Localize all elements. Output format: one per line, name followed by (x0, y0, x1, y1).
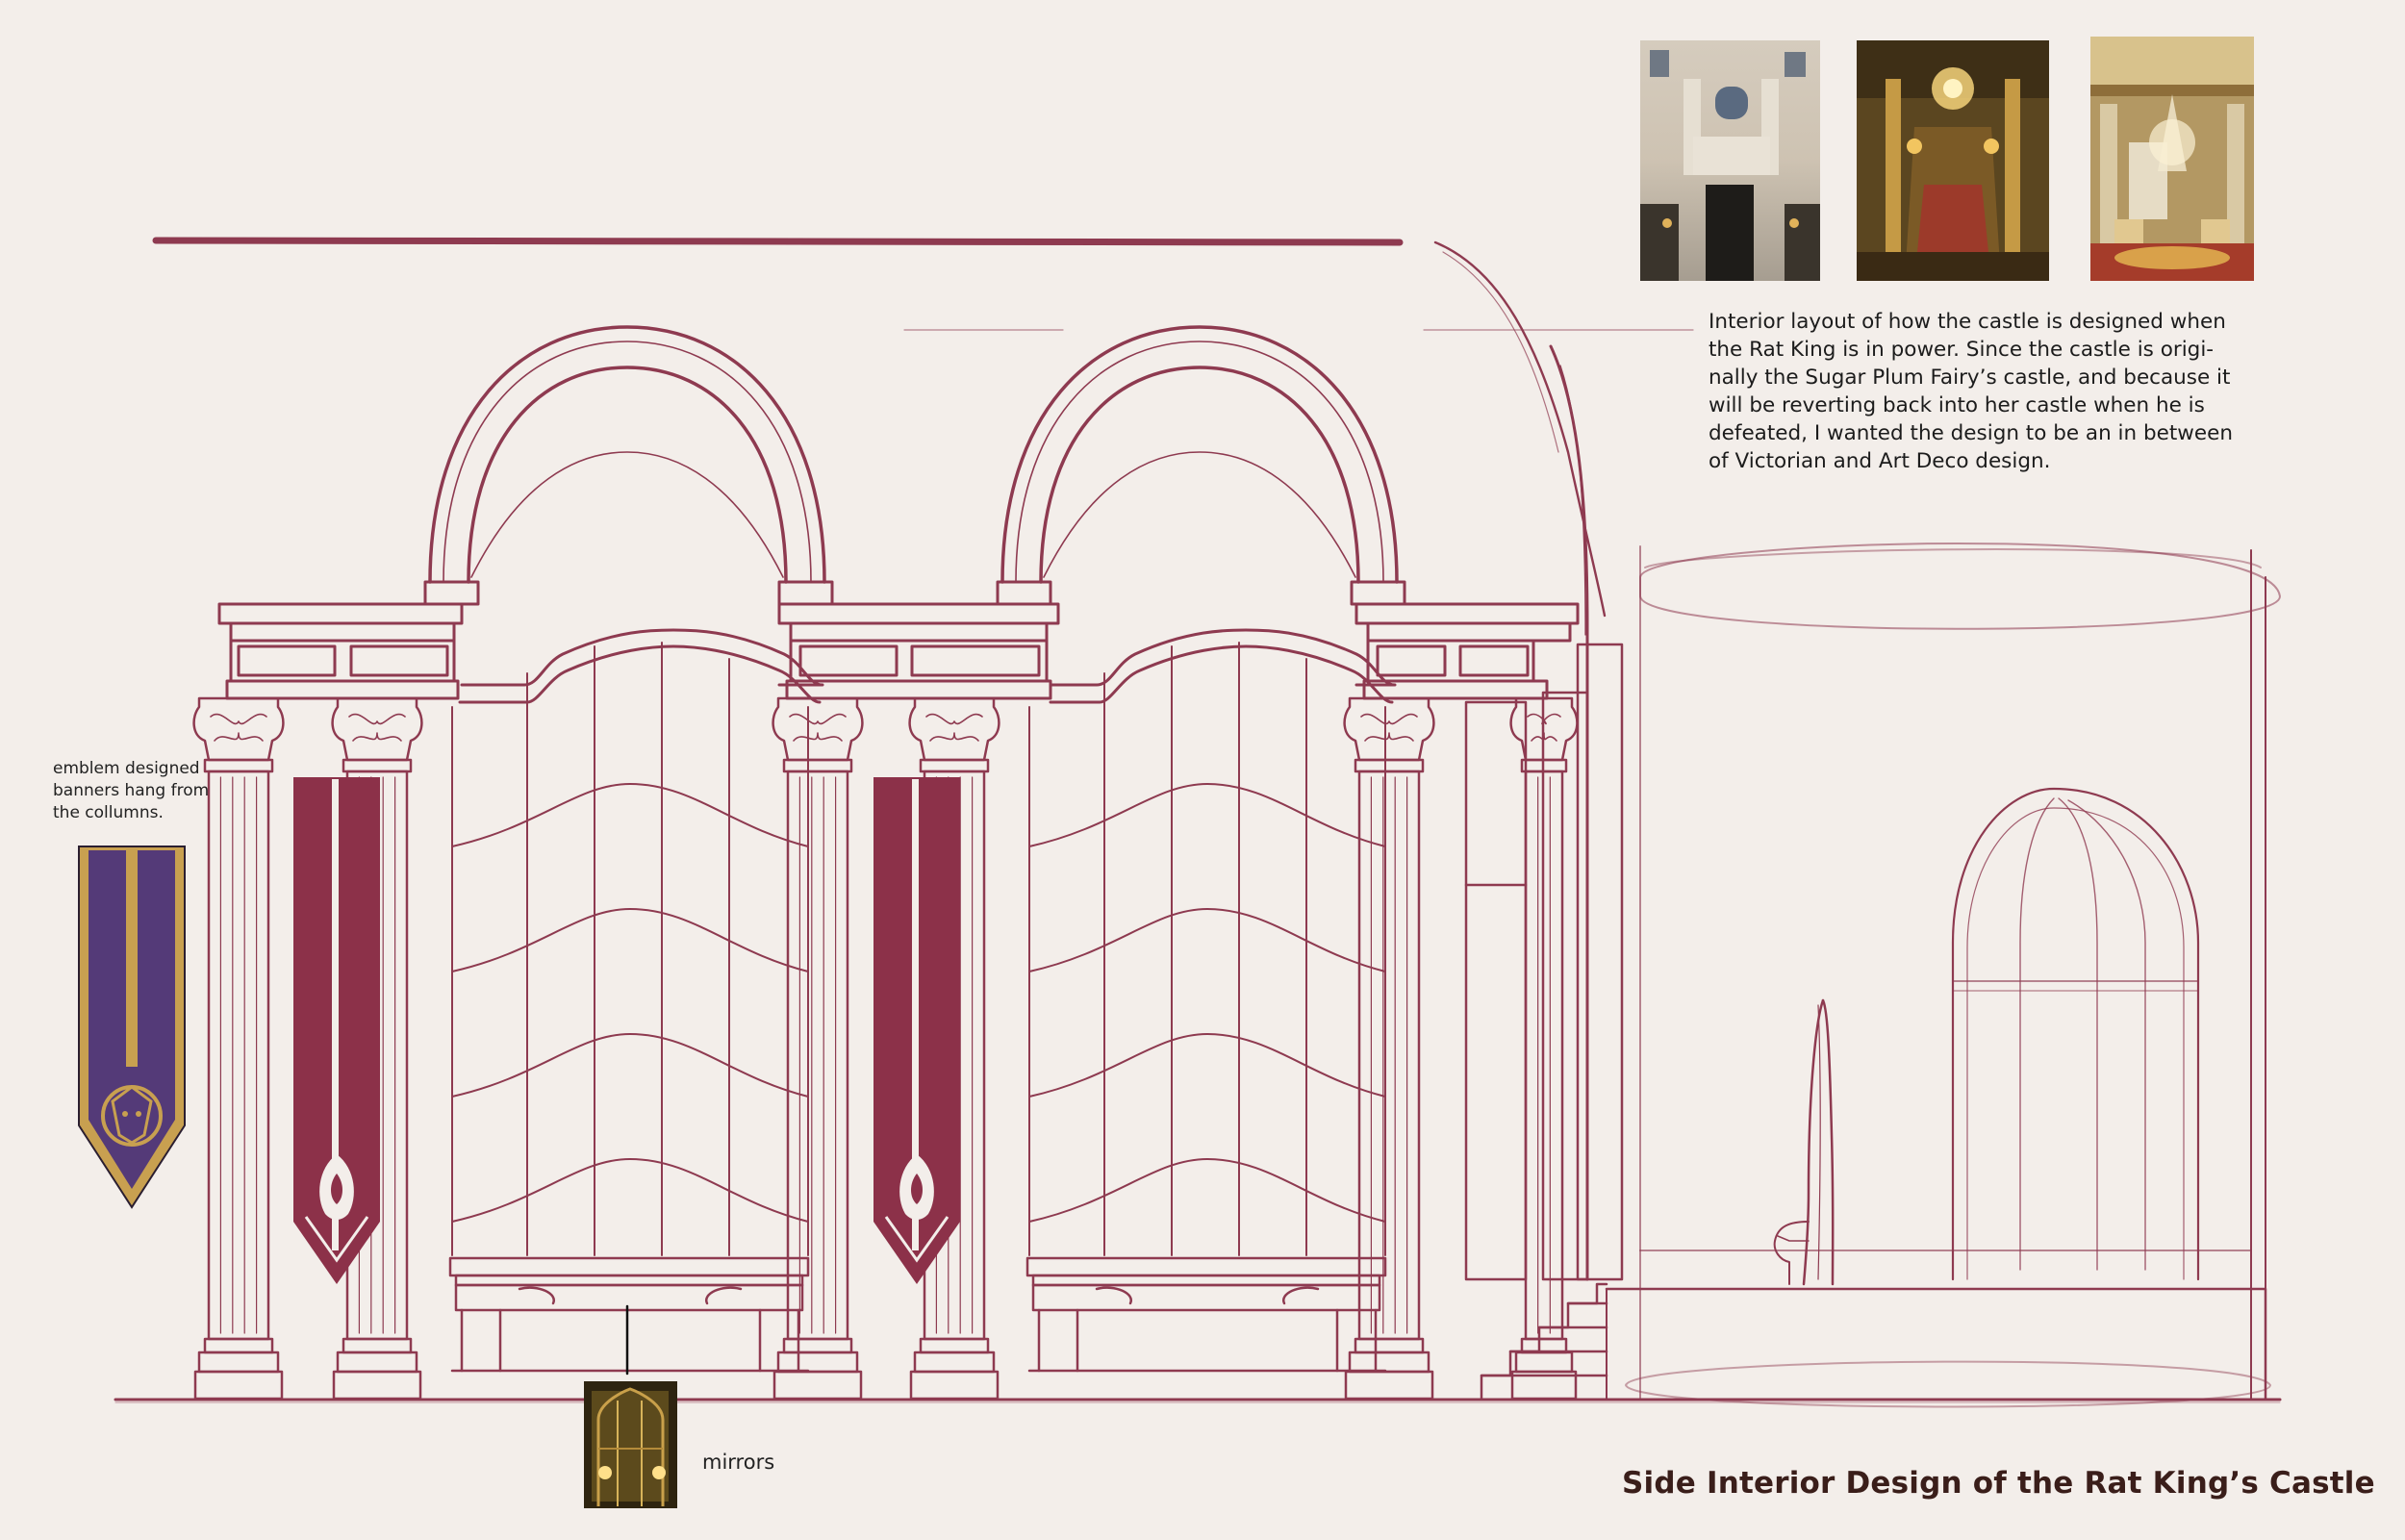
description-line: will be reverting back into her castle w… (1709, 393, 2205, 417)
column-banner-left (293, 777, 380, 1284)
art-deco-building-facade-photo (1640, 40, 1820, 281)
banner-note-line: banners hang from (53, 781, 210, 800)
page-title: Side Interior Design of the Rat King’s C… (1622, 1466, 2375, 1501)
banner-note-line: the collumns. (53, 803, 164, 822)
description-line: defeated, I wanted the design to be an i… (1709, 421, 2233, 445)
description-line: the Rat King is in power. Since the cast… (1709, 338, 2215, 362)
description-line: nally the Sugar Plum Fairy’s castle, and… (1709, 366, 2231, 390)
mirror-reference-photo (584, 1381, 677, 1508)
mirror-label: mirrors (702, 1451, 775, 1474)
concept-sheet: Interior layout of how the castle is des… (0, 0, 2405, 1540)
description-line: Interior layout of how the castle is des… (1709, 310, 2226, 334)
design-description: Interior layout of how the castle is des… (1709, 308, 2266, 475)
banner-note-line: emblem designed (53, 759, 200, 778)
banner-note: emblem designed banners hang from the co… (53, 758, 209, 824)
description-line: of Victorian and Art Deco design. (1709, 449, 2051, 473)
emblem-banner-illustration (78, 846, 186, 1209)
column-banner-middle (873, 777, 960, 1284)
ornate-ballroom-chandelier-photo (2090, 37, 2254, 281)
gilded-theater-lobby-photo (1857, 40, 2049, 281)
